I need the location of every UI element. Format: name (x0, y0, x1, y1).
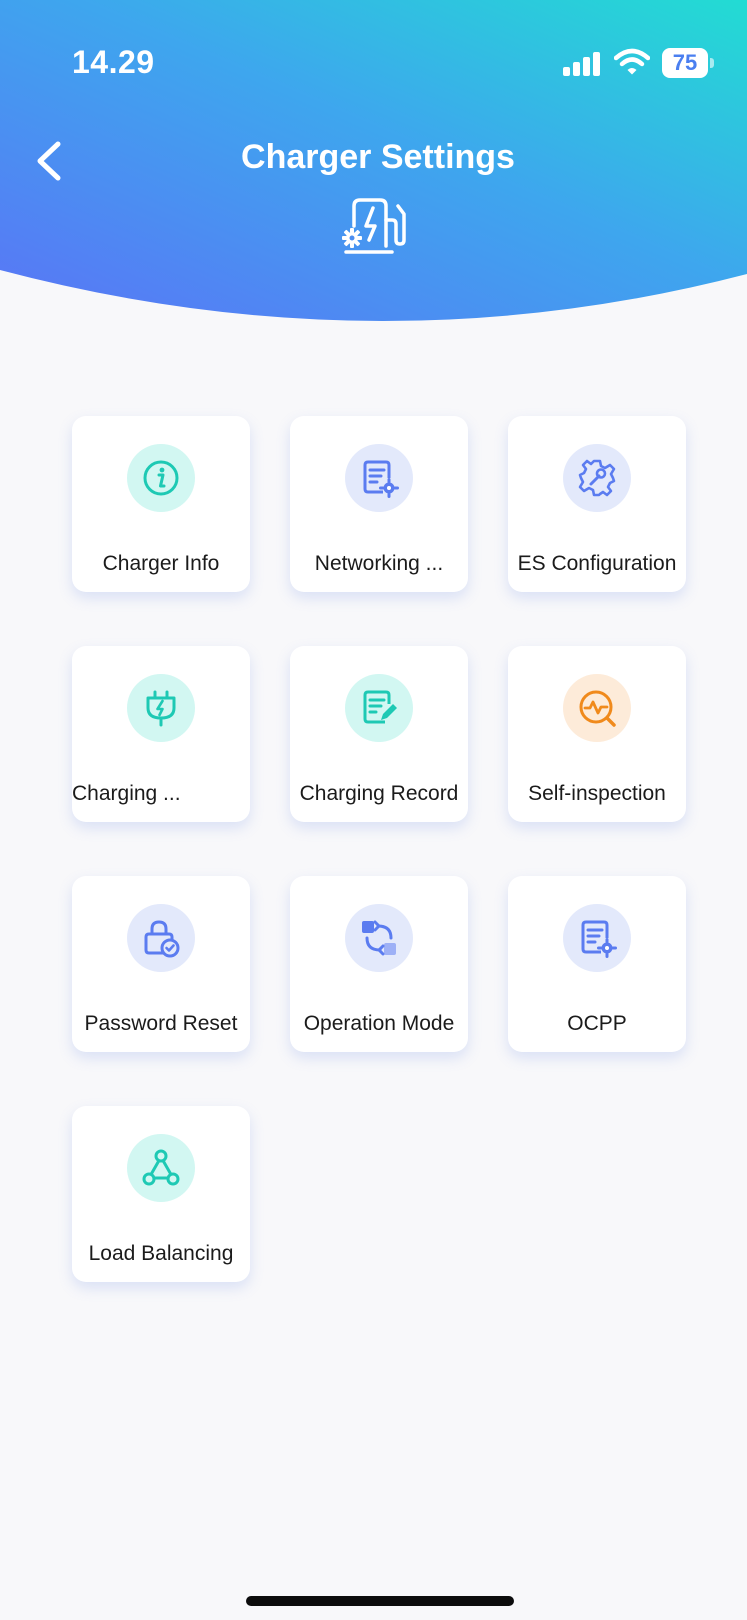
tile-icon-background (563, 904, 631, 972)
tile-icon-background (345, 904, 413, 972)
gear-wrench-icon (578, 459, 616, 497)
battery-level: 75 (662, 48, 708, 78)
page-title: Charger Settings (241, 138, 515, 176)
tile-label: Charging ... (72, 782, 181, 805)
plug-bolt-icon (146, 690, 176, 727)
tile-self-inspection[interactable]: Self-inspection (508, 646, 686, 822)
home-indicator[interactable] (246, 1596, 514, 1606)
battery-tip (710, 58, 714, 68)
tile-icon-background (563, 674, 631, 742)
tile-icon-background (127, 1134, 195, 1202)
pulse-search-icon (579, 690, 616, 727)
tile-networking[interactable]: Networking ... (290, 416, 468, 592)
document-gear-icon (363, 460, 399, 498)
tile-charger-info[interactable]: Charger Info (72, 416, 250, 592)
info-icon (143, 460, 179, 496)
tile-icon-background (563, 444, 631, 512)
tile-icon-background (127, 904, 195, 972)
tile-label: Operation Mode (303, 1012, 455, 1035)
tile-label: ES Configuration (517, 552, 677, 575)
triangle-nodes-icon (142, 1149, 180, 1186)
tile-label: Password Reset (84, 1012, 238, 1035)
tile-label: Charging Record (299, 782, 459, 805)
charger-gear-icon (342, 198, 406, 254)
tile-ocpp[interactable]: OCPP (508, 876, 686, 1052)
status-bar: 14.29 75 (0, 0, 747, 120)
tile-label: Self-inspection (528, 782, 666, 805)
mode-switch-icon (362, 920, 396, 956)
tile-label: Charger Info (102, 552, 220, 575)
lock-check-icon (144, 920, 180, 958)
charger-settings-screen: 14.29 75 Charger Settings Charger Info N… (0, 0, 747, 1620)
tile-icon-background (127, 674, 195, 742)
tile-label: Load Balancing (88, 1242, 234, 1265)
tile-icon-background (127, 444, 195, 512)
tile-label: Networking ... (314, 552, 444, 575)
tile-icon-background (345, 674, 413, 742)
signal-icon (563, 52, 600, 76)
tile-icon-background (345, 444, 413, 512)
battery-icon: 75 (662, 48, 714, 78)
document-gear-icon (581, 920, 617, 958)
header: 14.29 75 Charger Settings (0, 0, 747, 330)
tile-load-balancing[interactable]: Load Balancing (72, 1106, 250, 1282)
tile-label: OCPP (567, 1012, 627, 1035)
status-time: 14.29 (72, 44, 155, 80)
tile-es-configuration[interactable]: ES Configuration (508, 416, 686, 592)
tile-charging[interactable]: Charging ... (72, 646, 250, 822)
document-edit-icon (363, 690, 397, 724)
tile-operation-mode[interactable]: Operation Mode (290, 876, 468, 1052)
tile-charging-record[interactable]: Charging Record (290, 646, 468, 822)
tile-password-reset[interactable]: Password Reset (72, 876, 250, 1052)
wifi-icon (614, 48, 650, 75)
